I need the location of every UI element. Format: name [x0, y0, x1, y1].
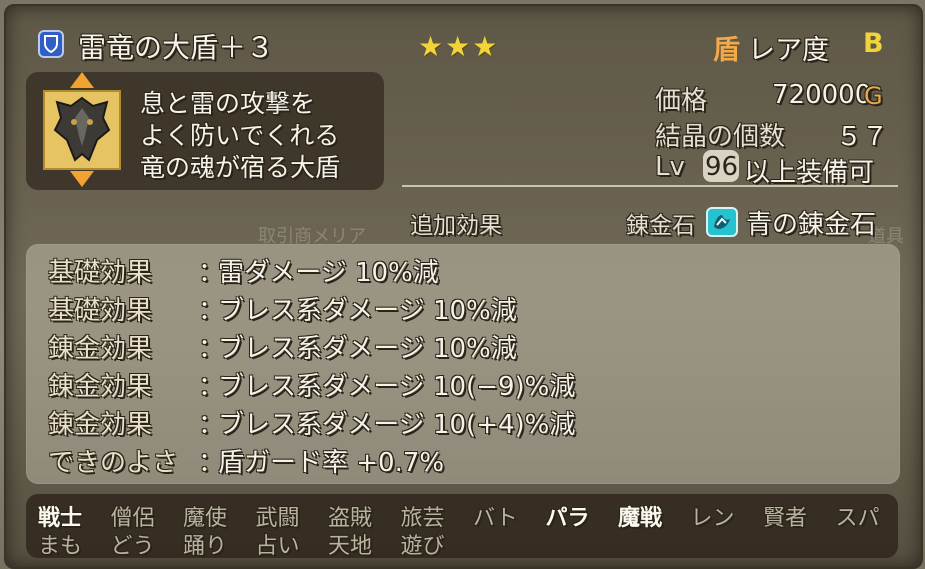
alchemy-stone-name: 青の錬金石: [746, 210, 877, 240]
item-name: 雷竜の大盾＋３: [78, 31, 275, 64]
extra-effect-label: 追加効果: [410, 213, 502, 239]
job-unavailable: 賢者: [763, 506, 808, 531]
effect-type: 基礎効果: [48, 258, 153, 288]
job-equippable: 魔戦: [618, 506, 663, 531]
job-unavailable: まも: [38, 534, 83, 559]
crystal-label: 結晶の個数: [655, 122, 786, 152]
next-item-arrow-icon[interactable]: [70, 171, 94, 187]
effect-type: 錬金効果: [48, 334, 153, 364]
job-unavailable: 占い: [255, 534, 300, 559]
dragon-shield-icon: [53, 96, 111, 162]
job-unavailable: どう: [110, 534, 155, 559]
effect-text: ブレス系ダメージ 10%減: [218, 334, 517, 364]
effect-text: ブレス系ダメージ 10(−9)%減: [218, 372, 576, 402]
price-unit: G: [864, 82, 883, 110]
job-unavailable: スパ: [835, 506, 880, 531]
effect-text: ブレス系ダメージ 10%減: [218, 296, 517, 326]
job-unavailable: 遊び: [400, 534, 445, 559]
job-unavailable: バト: [473, 506, 518, 531]
star-rating: ★★★: [418, 30, 500, 63]
job-unavailable: レン: [690, 506, 735, 531]
rarity-label: レア度: [748, 35, 829, 66]
effect-text: 雷ダメージ 10%減: [218, 258, 439, 288]
description-line-1: 息と雷の攻撃を: [140, 89, 316, 118]
job-unavailable: 踊り: [183, 534, 228, 559]
price-value: 720000: [772, 80, 872, 110]
shield-icon: [38, 30, 64, 58]
previous-item-arrow-icon[interactable]: [70, 72, 94, 88]
crystal-value: ５７: [836, 122, 889, 152]
effect-type: 錬金効果: [48, 372, 153, 402]
job-unavailable: 天地: [328, 534, 373, 559]
item-detail-screen: 取引商メリア 道具 雷竜の大盾＋３ ★★★ 盾 レア度 B 息と雷の攻撃を よく…: [0, 0, 925, 569]
level-value: 96: [705, 152, 739, 182]
description-line-3: 竜の魂が宿る大盾: [140, 153, 341, 182]
level-label: Lv: [655, 152, 685, 182]
rarity-rank: B: [863, 28, 884, 59]
gem-icon: [706, 207, 738, 237]
rarity-type: 盾: [713, 35, 740, 66]
level-suffix: 以上装備可: [744, 158, 875, 188]
job-equippable: パラ: [545, 506, 590, 531]
alchemy-stone-label: 錬金石: [626, 213, 695, 239]
item-thumbnail: [43, 90, 121, 170]
description-line-2: よく防いでくれる: [140, 121, 340, 150]
effect-text: 盾ガード率 +0.7%: [218, 448, 445, 478]
stats-divider: [402, 185, 898, 187]
effect-text: ブレス系ダメージ 10(+4)%減: [218, 410, 576, 440]
effect-type: できのよさ: [48, 448, 179, 478]
price-label: 価格: [655, 86, 708, 116]
effect-type: 錬金効果: [48, 410, 153, 440]
effect-type: 基礎効果: [48, 296, 153, 326]
